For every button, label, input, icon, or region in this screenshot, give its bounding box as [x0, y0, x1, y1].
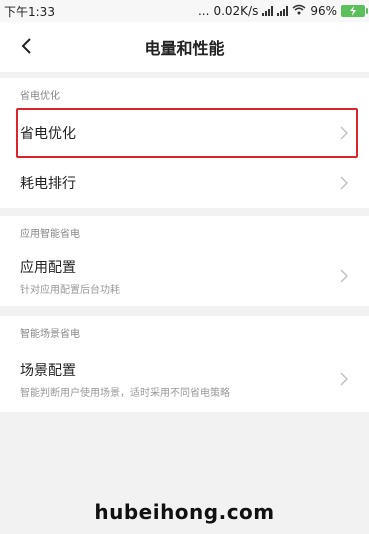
- chevron-right-icon: [339, 372, 349, 386]
- section-header: 智能场景省电: [20, 329, 80, 340]
- status-bar: 下午1:33 ... 0.02K/s 96%: [0, 0, 369, 22]
- row-scene-config[interactable]: 场景配置 智能判断用户使用场景，适时采用不同省电策略: [0, 346, 369, 412]
- row-power-ranking[interactable]: 耗电排行: [0, 158, 369, 208]
- battery-percent: 96%: [310, 4, 337, 18]
- signal-icon: [262, 6, 274, 16]
- row-title: 场景配置: [20, 362, 76, 379]
- battery-icon: [341, 5, 368, 17]
- back-button[interactable]: [14, 34, 38, 58]
- status-time: 下午1:33: [4, 4, 55, 19]
- row-subtitle: 智能判断用户使用场景，适时采用不同省电策略: [20, 387, 230, 399]
- chevron-right-icon: [339, 269, 349, 283]
- row-app-config[interactable]: 应用配置 针对应用配置后台功耗: [0, 246, 369, 306]
- row-power-saving-optimization[interactable]: 省电优化: [0, 108, 369, 158]
- row-subtitle: 针对应用配置后台功耗: [20, 284, 120, 296]
- row-title: 耗电排行: [20, 176, 76, 192]
- status-icons: ... 0.02K/s 96%: [197, 4, 368, 18]
- section-app-smart-saving: 应用智能省电 应用配置 针对应用配置后台功耗: [0, 216, 369, 306]
- app-header: 电量和性能: [0, 22, 369, 72]
- wifi-icon: [292, 4, 306, 18]
- highlight-box: [16, 108, 358, 158]
- section-header: 应用智能省电: [20, 229, 80, 240]
- chevron-left-icon: [21, 38, 31, 54]
- chevron-right-icon: [339, 176, 349, 190]
- section-header: 省电优化: [20, 91, 60, 102]
- row-title: 应用配置: [20, 259, 76, 276]
- watermark-text: hubeihong.com: [94, 500, 275, 524]
- network-speed: 0.02K/s: [213, 4, 259, 18]
- page-title: 电量和性能: [144, 39, 225, 58]
- signal-icon-2: [277, 6, 289, 16]
- section-scene-smart-saving: 智能场景省电 场景配置 智能判断用户使用场景，适时采用不同省电策略: [0, 316, 369, 412]
- section-power-saving: 省电优化 省电优化 耗电排行: [0, 78, 369, 208]
- status-dots: ...: [197, 4, 210, 18]
